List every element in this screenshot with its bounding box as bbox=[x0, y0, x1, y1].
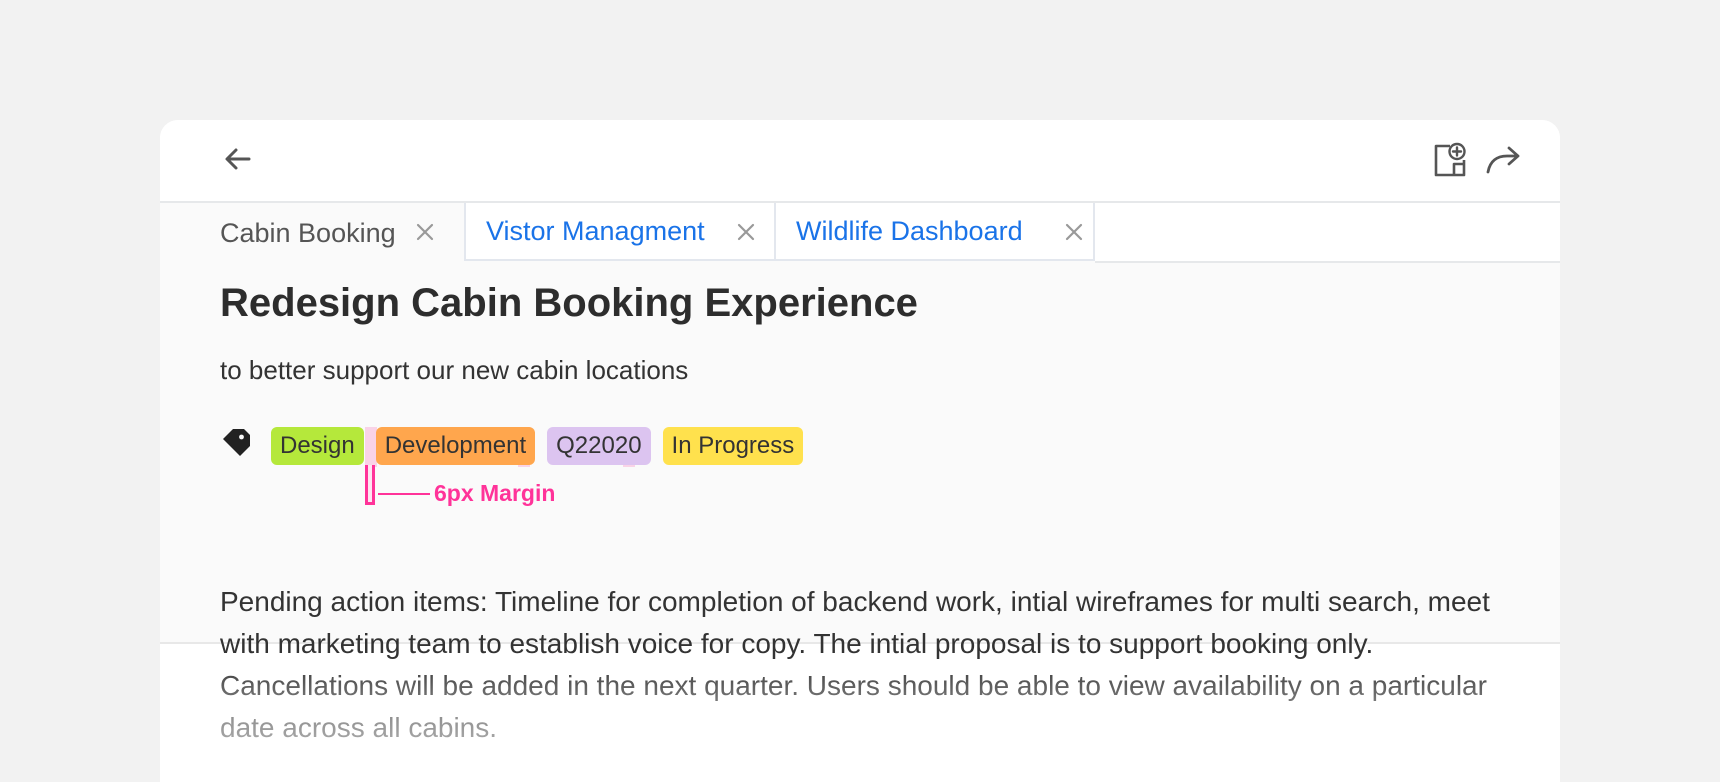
tag-q22020[interactable]: Q22020 bbox=[547, 427, 651, 465]
tab-visitor-management[interactable]: Vistor Managment bbox=[464, 203, 775, 261]
tab-label: Wildlife Dashboard bbox=[796, 215, 1023, 246]
tab-bar: Cabin Booking Vistor Managment Wildlife … bbox=[160, 203, 1560, 263]
tab-close-button[interactable] bbox=[733, 219, 759, 245]
tag-in-progress[interactable]: In Progress bbox=[662, 427, 804, 465]
task-card: Cabin Booking Vistor Managment Wildlife … bbox=[160, 120, 1560, 782]
tag-design[interactable]: Design bbox=[271, 427, 364, 465]
tab-cabin-booking[interactable]: Cabin Booking bbox=[160, 203, 465, 263]
page-subtitle: to better support our new cabin location… bbox=[220, 355, 689, 385]
back-button[interactable] bbox=[220, 141, 256, 177]
task-description: Pending action items: Timeline for compl… bbox=[220, 586, 1490, 743]
page-title: Redesign Cabin Booking Experience bbox=[220, 281, 918, 325]
share-button[interactable] bbox=[1482, 140, 1524, 180]
tab-close-button[interactable] bbox=[412, 219, 438, 245]
tab-close-button[interactable] bbox=[1061, 219, 1087, 245]
toolbar bbox=[160, 120, 1560, 203]
tab-wildlife-dashboard[interactable]: Wildlife Dashboard bbox=[774, 203, 1095, 261]
annotation-label: 6px Margin bbox=[434, 480, 556, 506]
annotation-leader-line bbox=[378, 493, 430, 495]
tab-label: Vistor Managment bbox=[486, 215, 705, 246]
close-icon bbox=[1065, 223, 1083, 241]
tag-icon bbox=[223, 429, 250, 456]
tag-development[interactable]: Development bbox=[375, 427, 536, 465]
close-icon bbox=[737, 223, 755, 241]
note-add-icon bbox=[1434, 142, 1466, 177]
tab-bar-filler bbox=[1095, 203, 1560, 263]
tag-list: Design Development Q22020 In Progress bbox=[271, 427, 804, 465]
close-icon bbox=[416, 223, 434, 241]
tab-label: Cabin Booking bbox=[220, 217, 396, 248]
add-note-button[interactable] bbox=[1430, 140, 1470, 180]
arrow-left-icon bbox=[225, 148, 251, 170]
annotation-bracket bbox=[365, 465, 375, 505]
share-forward-icon bbox=[1486, 146, 1520, 174]
